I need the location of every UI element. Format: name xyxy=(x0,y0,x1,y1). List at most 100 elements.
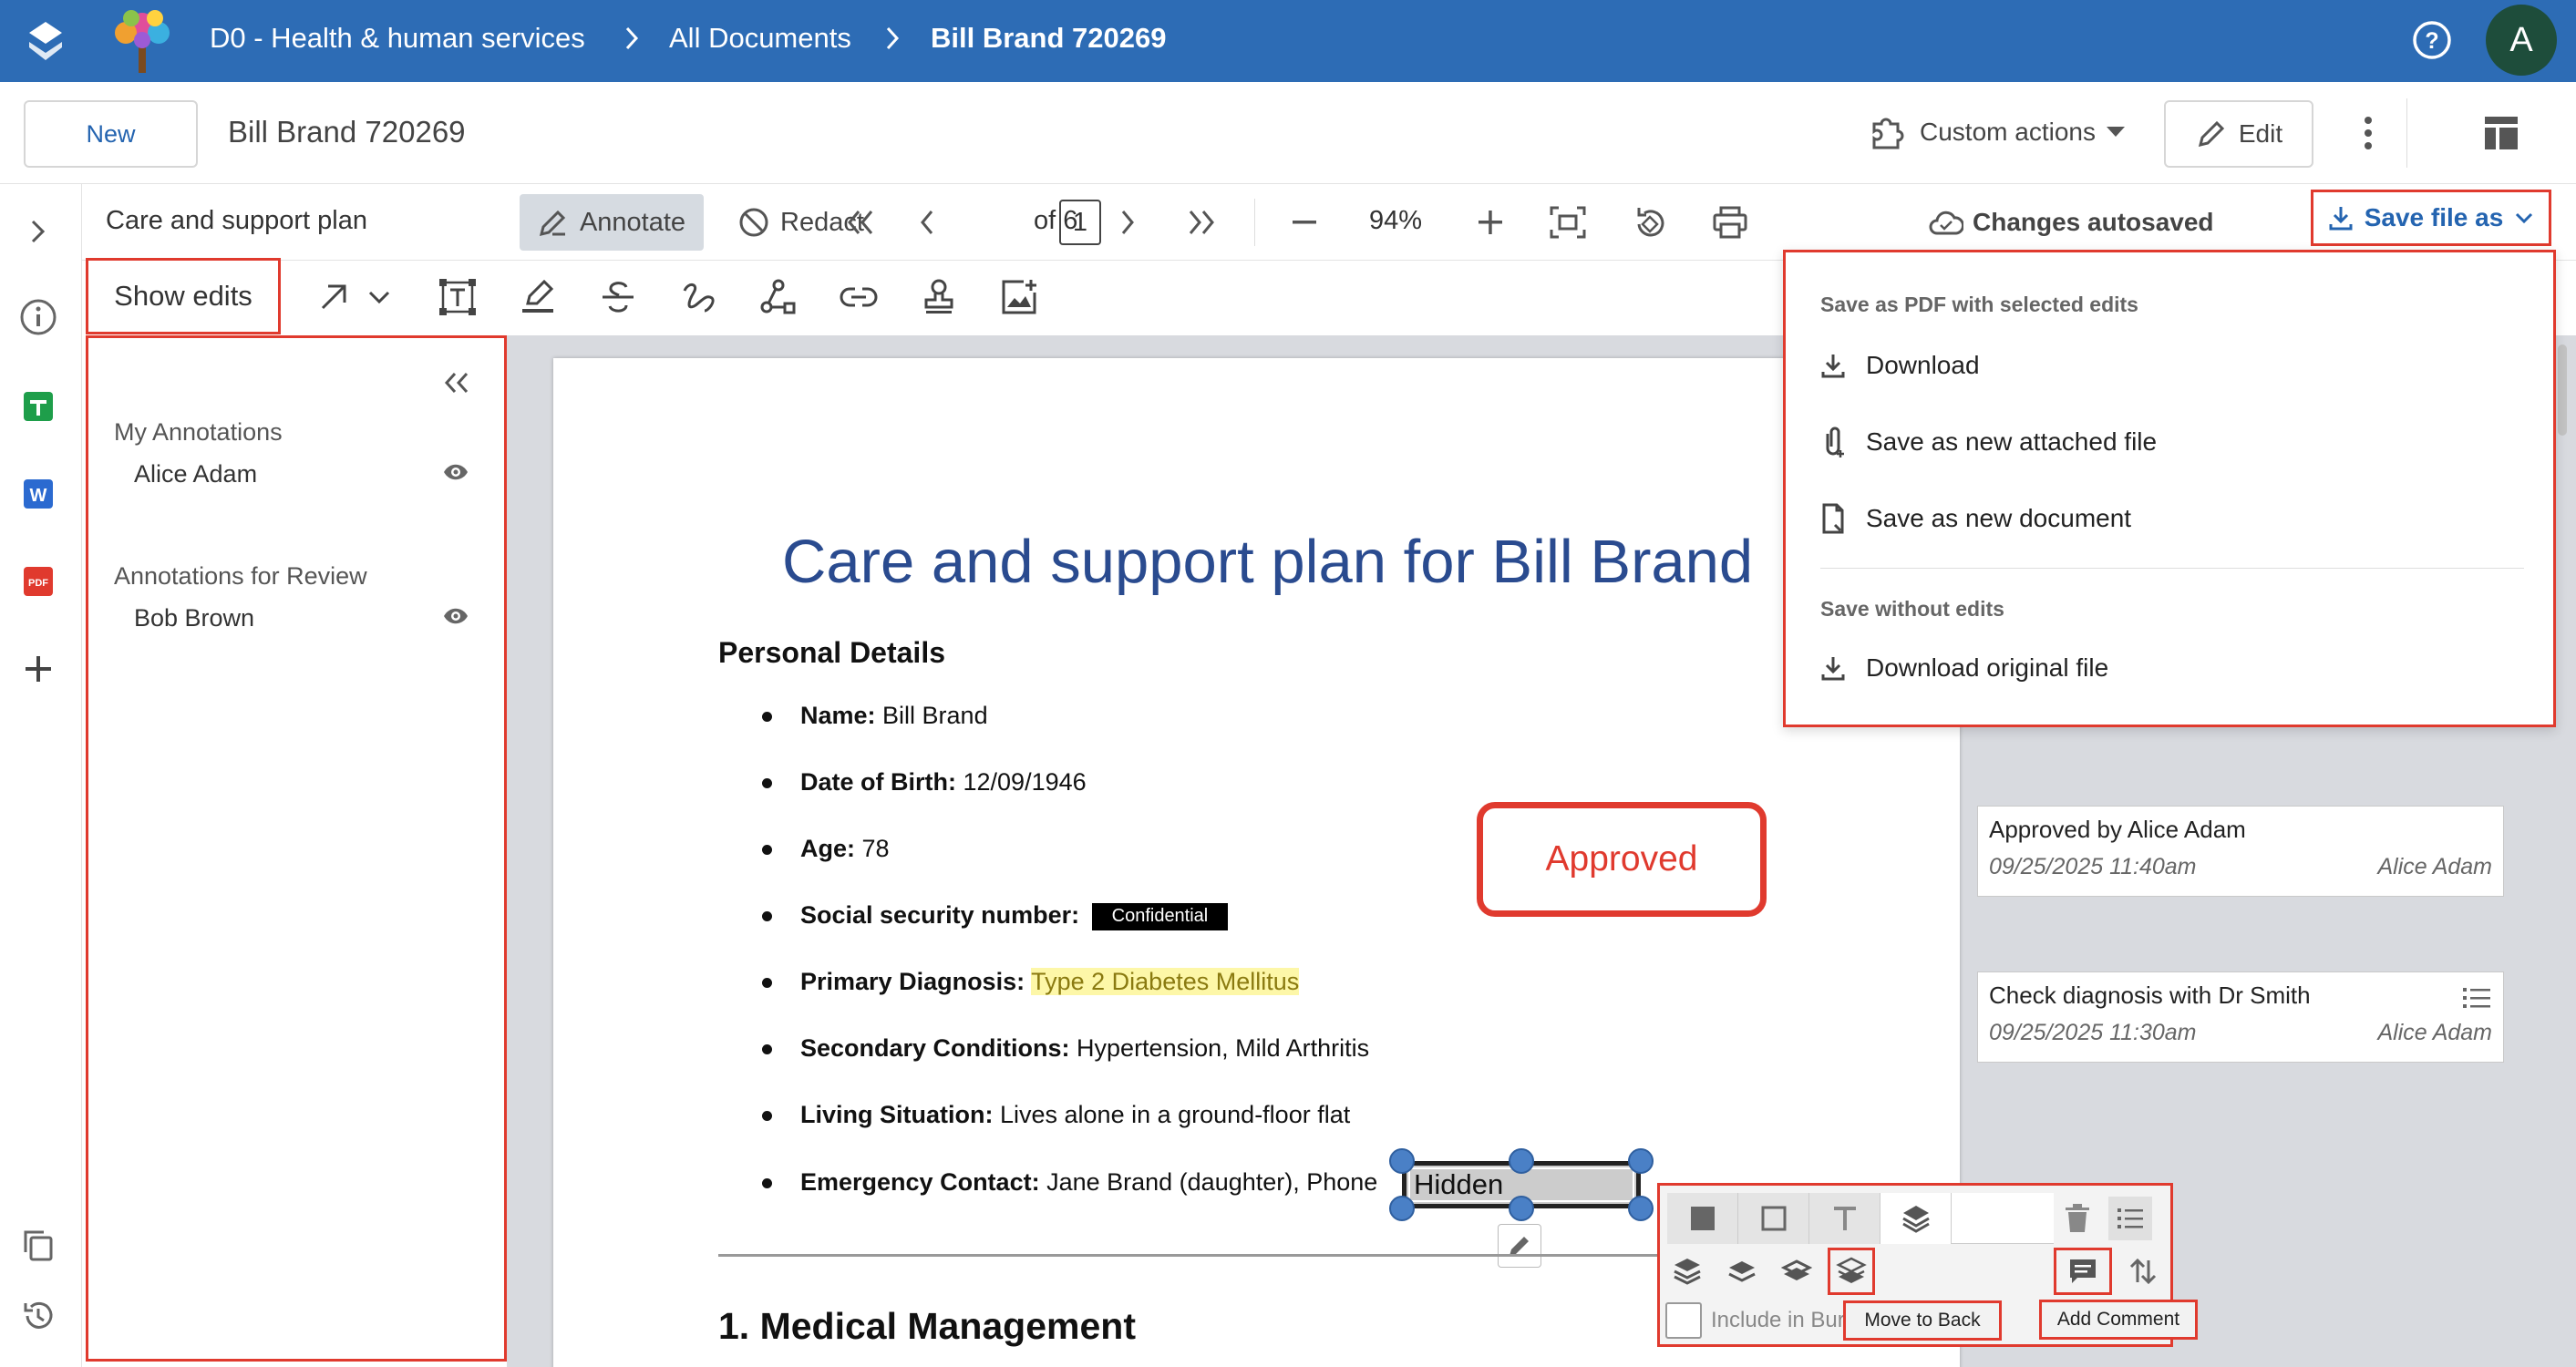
chevron-down-icon[interactable] xyxy=(357,275,401,319)
show-edits-button[interactable]: Show edits xyxy=(86,258,281,334)
menu-item-download-original[interactable]: Download original file xyxy=(1820,648,2108,688)
add-comment-icon[interactable] xyxy=(2054,1248,2112,1295)
menu-item-download[interactable]: Download xyxy=(1820,345,1980,385)
resize-handle[interactable] xyxy=(1509,1196,1534,1221)
more-options-icon[interactable] xyxy=(2356,115,2380,151)
confidential-redaction[interactable]: Confidential xyxy=(1091,902,1229,930)
edit-annotation-pencil-icon[interactable] xyxy=(1498,1224,1541,1268)
bullet xyxy=(762,778,772,788)
info-icon[interactable] xyxy=(18,297,58,337)
toolbar-doc-name: Care and support plan xyxy=(106,206,367,235)
comment-date: 09/25/2025 11:30am xyxy=(1989,1020,2197,1045)
review-annotations-user[interactable]: Bob Brown xyxy=(134,604,254,632)
list-item: Social security number: Confidential xyxy=(800,901,1229,930)
layer-tab[interactable] xyxy=(1880,1193,1952,1244)
custom-actions-button[interactable]: Custom actions xyxy=(1869,109,2125,155)
menu-section-with-edits: Save as PDF with selected edits xyxy=(1820,293,2138,316)
breadcrumb-workspace[interactable]: D0 - Health & human services xyxy=(210,22,585,55)
previous-page-icon[interactable] xyxy=(917,208,939,237)
resize-handle[interactable] xyxy=(1628,1148,1654,1174)
rotate-icon[interactable] xyxy=(1632,204,1668,241)
collapse-panel-icon[interactable] xyxy=(442,371,471,395)
custom-actions-label: Custom actions xyxy=(1920,118,2096,146)
layout-icon[interactable] xyxy=(2483,115,2519,151)
breadcrumb-current: Bill Brand 720269 xyxy=(931,22,1167,54)
text-tab[interactable] xyxy=(1809,1193,1880,1244)
first-page-icon[interactable] xyxy=(844,208,877,237)
move-to-back-tooltip: Move to Back xyxy=(1843,1300,2002,1341)
highlight-annotation[interactable]: Type 2 Diabetes Mellitus xyxy=(1031,968,1300,995)
comment-card[interactable]: Check diagnosis with Dr Smith 09/25/2025… xyxy=(1977,971,2504,1063)
my-annotations-heading: My Annotations xyxy=(114,418,283,446)
save-file-as-button[interactable]: Save file as xyxy=(2311,190,2551,246)
resize-handle[interactable] xyxy=(1389,1196,1415,1221)
section-heading: Personal Details xyxy=(718,636,945,669)
stamp-icon[interactable] xyxy=(917,275,961,319)
bullet xyxy=(762,978,772,988)
eye-icon[interactable] xyxy=(442,462,469,482)
chevron-right-icon xyxy=(884,25,902,52)
list-item: Living Situation: Lives alone in a groun… xyxy=(800,1101,1351,1128)
fill-tab[interactable] xyxy=(1667,1193,1738,1244)
include-in-burn-checkbox[interactable] xyxy=(1665,1302,1702,1339)
svg-text:?: ? xyxy=(2425,28,2438,54)
zoom-in-icon[interactable] xyxy=(1477,208,1504,237)
next-page-icon[interactable] xyxy=(1116,208,1138,237)
cloud-check-icon xyxy=(1929,210,1963,235)
pdf-icon[interactable]: PDF xyxy=(18,561,58,601)
new-button[interactable]: New xyxy=(24,100,198,168)
trash-icon[interactable] xyxy=(2056,1197,2099,1240)
my-annotations-user[interactable]: Alice Adam xyxy=(134,460,257,488)
send-backward-icon[interactable] xyxy=(1775,1249,1819,1293)
fit-page-icon[interactable] xyxy=(1550,206,1586,239)
history-icon[interactable] xyxy=(18,1296,58,1336)
text-icon xyxy=(1830,1204,1860,1233)
move-to-back-icon[interactable] xyxy=(1828,1248,1875,1295)
list-item: Age: 78 xyxy=(800,835,890,862)
highlighter-icon[interactable] xyxy=(516,275,560,319)
resize-handle[interactable] xyxy=(1389,1148,1415,1174)
link-icon[interactable] xyxy=(837,275,881,319)
shape-icon[interactable] xyxy=(757,275,800,319)
menu-item-save-attached[interactable]: Save as new attached file xyxy=(1820,422,2157,462)
strikethrough-icon[interactable] xyxy=(596,275,640,319)
arrow-icon[interactable] xyxy=(312,275,355,319)
add-image-icon[interactable] xyxy=(997,275,1041,319)
zoom-level: 94% xyxy=(1369,206,1423,235)
approved-stamp[interactable]: Approved xyxy=(1477,802,1767,917)
resize-handle[interactable] xyxy=(1509,1148,1534,1174)
list-icon[interactable] xyxy=(2108,1197,2152,1240)
document-scrollbar[interactable] xyxy=(2558,344,2567,436)
bring-to-front-icon[interactable] xyxy=(1665,1249,1709,1293)
resize-handle[interactable] xyxy=(1628,1196,1654,1221)
last-page-icon[interactable] xyxy=(1185,208,1218,237)
annotate-button[interactable]: Annotate xyxy=(520,194,704,251)
comment-author: Alice Adam xyxy=(2377,854,2492,879)
menu-item-save-document[interactable]: Save as new document xyxy=(1820,498,2131,539)
eye-icon[interactable] xyxy=(442,606,469,626)
word-icon[interactable]: W xyxy=(18,474,58,514)
zoom-out-icon[interactable] xyxy=(1291,208,1318,237)
breadcrumb-all-documents[interactable]: All Documents xyxy=(669,22,851,55)
svg-text:PDF: PDF xyxy=(28,578,48,589)
avatar[interactable]: A xyxy=(2486,5,2557,76)
document-header: New Bill Brand 720269 Custom actions Edi… xyxy=(0,82,2576,184)
sort-icon[interactable] xyxy=(2121,1249,2165,1293)
list-icon[interactable] xyxy=(2461,985,2492,1011)
spreadsheet-icon[interactable] xyxy=(18,386,58,427)
edit-button[interactable]: Edit xyxy=(2164,100,2313,168)
freehand-icon[interactable] xyxy=(676,275,720,319)
toolbar-divider xyxy=(1254,199,1255,246)
textbox-icon[interactable] xyxy=(436,275,479,319)
border-tab[interactable] xyxy=(1738,1193,1809,1244)
plus-icon[interactable] xyxy=(18,649,58,689)
bring-forward-icon[interactable] xyxy=(1720,1249,1764,1293)
copy-icon[interactable] xyxy=(18,1225,58,1265)
comment-card[interactable]: Approved by Alice Adam 09/25/2025 11:40a… xyxy=(1977,806,2504,897)
app-logo-icon[interactable] xyxy=(26,20,66,62)
list-item: Secondary Conditions: Hypertension, Mild… xyxy=(800,1034,1370,1062)
print-icon[interactable] xyxy=(1712,204,1748,241)
chevron-right-icon[interactable] xyxy=(18,211,58,252)
bullet xyxy=(762,911,772,921)
help-icon[interactable]: ? xyxy=(2412,20,2452,60)
